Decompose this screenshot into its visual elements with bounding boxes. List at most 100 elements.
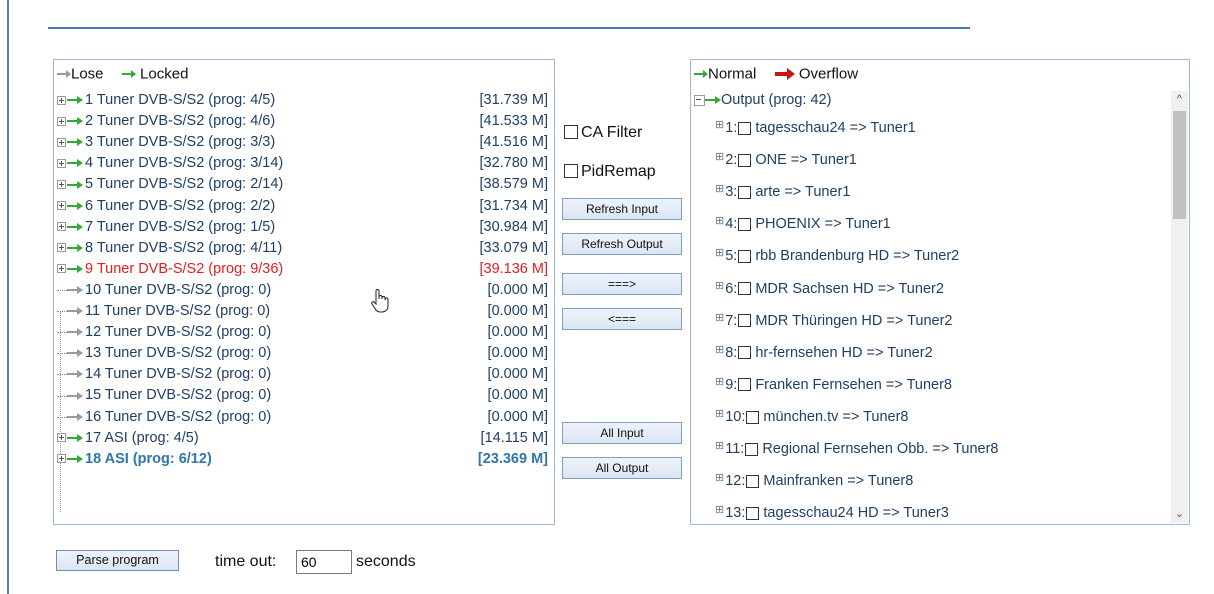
output-tree-row[interactable]: ⊞5: rbb Brandenburg HD => Tuner2 (715, 246, 959, 266)
output-checkbox[interactable] (738, 153, 752, 167)
output-tree-row[interactable]: ⊞8: hr-fernsehen HD => Tuner2 (715, 343, 933, 363)
output-index: 3: (725, 184, 738, 201)
scroll-thumb[interactable] (1173, 111, 1186, 219)
expand-icon[interactable] (57, 243, 66, 253)
output-scrollbar[interactable]: ^ ⌄ (1171, 91, 1188, 523)
output-checkbox[interactable] (738, 217, 752, 231)
output-tree-row[interactable]: ⊞2: ONE => Tuner1 (715, 150, 857, 170)
remove-from-output-button[interactable]: <=== (562, 308, 682, 330)
output-tree-row[interactable]: ⊞12: Mainfranken => Tuner8 (715, 471, 913, 491)
output-tree-row[interactable]: ⊞1: tagesschau24 => Tuner1 (715, 118, 916, 138)
expand-icon[interactable] (57, 95, 66, 105)
output-label: hr-fernsehen HD => Tuner2 (755, 344, 933, 361)
input-tree-row[interactable]: 7 Tuner DVB-S/S2 (prog: 1/5) [30.984 M] (57, 217, 551, 237)
locked-arrow-icon (67, 264, 83, 273)
timeout-input[interactable] (296, 550, 352, 574)
expand-icon[interactable] (57, 454, 66, 464)
output-tree-row[interactable]: ⊞13: tagesschau24 HD => Tuner3 (715, 503, 949, 523)
lose-arrow-icon (67, 286, 83, 295)
add-to-output-button[interactable]: ===> (562, 273, 682, 295)
expand-icon[interactable] (57, 201, 66, 211)
output-checkbox[interactable] (738, 346, 752, 360)
scroll-up-icon[interactable]: ^ (1171, 91, 1188, 108)
output-tree-row[interactable]: ⊞9: Franken Fernsehen => Tuner8 (715, 375, 952, 395)
expand-icon[interactable] (57, 264, 66, 274)
lose-arrow-icon (67, 349, 83, 358)
input-tree-row[interactable]: 13 Tuner DVB-S/S2 (prog: 0) [0.000 M] (57, 343, 551, 363)
output-root-node[interactable]: Output (prog: 42) (694, 92, 831, 108)
input-tree-row[interactable]: 3 Tuner DVB-S/S2 (prog: 3/3) [41.516 M] (57, 132, 551, 152)
output-checkbox[interactable] (738, 121, 752, 135)
output-tree-row[interactable]: ⊞3: arte => Tuner1 (715, 182, 850, 202)
expand-icon[interactable]: ⊞ (715, 183, 724, 195)
expand-icon[interactable]: ⊞ (715, 440, 724, 452)
legend-normal-label: Normal (708, 65, 757, 83)
expand-icon[interactable]: ⊞ (715, 472, 724, 484)
all-output-button[interactable]: All Output (562, 457, 682, 479)
expand-icon[interactable]: ⊞ (715, 504, 724, 516)
output-checkbox[interactable] (746, 506, 760, 520)
expand-icon[interactable]: ⊞ (715, 119, 724, 131)
expand-icon[interactable]: ⊞ (715, 280, 724, 292)
ca-filter-option[interactable]: CA Filter (564, 124, 642, 142)
input-tree-row[interactable]: 10 Tuner DVB-S/S2 (prog: 0) [0.000 M] (57, 280, 551, 300)
expand-icon[interactable] (57, 137, 66, 147)
output-tree-row[interactable]: ⊞11: Regional Fernsehen Obb. => Tuner8 (715, 439, 999, 459)
input-tree-row[interactable]: 8 Tuner DVB-S/S2 (prog: 4/11) [33.079 M] (57, 238, 551, 258)
input-tree-row[interactable]: 2 Tuner DVB-S/S2 (prog: 4/6) [41.533 M] (57, 111, 551, 131)
all-input-button[interactable]: All Input (562, 422, 682, 444)
expand-icon[interactable]: ⊞ (715, 408, 724, 420)
input-tree-row[interactable]: 16 Tuner DVB-S/S2 (prog: 0) [0.000 M] (57, 407, 551, 427)
output-tree-row[interactable]: ⊞4: PHOENIX => Tuner1 (715, 214, 891, 234)
input-tree-row[interactable]: 5 Tuner DVB-S/S2 (prog: 2/14) [38.579 M] (57, 174, 551, 194)
output-checkbox[interactable] (746, 474, 760, 488)
output-checkbox[interactable] (745, 442, 759, 456)
expand-icon[interactable]: ⊞ (715, 344, 724, 356)
output-index: 9: (725, 376, 738, 393)
expand-icon[interactable]: ⊞ (715, 151, 724, 163)
locked-arrow-icon (67, 138, 83, 147)
normal-arrow-icon (705, 96, 721, 105)
input-tree-row[interactable]: 1 Tuner DVB-S/S2 (prog: 4/5) [31.739 M] (57, 90, 551, 110)
output-checkbox[interactable] (738, 185, 752, 199)
output-checkbox[interactable] (738, 250, 752, 264)
input-tree-row[interactable]: 9 Tuner DVB-S/S2 (prog: 9/36) [39.136 M] (57, 259, 551, 279)
expand-icon[interactable]: ⊞ (715, 247, 724, 259)
input-tree-row[interactable]: 6 Tuner DVB-S/S2 (prog: 2/2) [31.734 M] (57, 196, 551, 216)
input-tree-row[interactable]: 18 ASI (prog: 6/12) [23.369 M] (57, 449, 551, 469)
output-checkbox[interactable] (738, 282, 752, 296)
pid-remap-option[interactable]: PidRemap (564, 163, 656, 181)
output-checkbox[interactable] (738, 378, 752, 392)
expand-icon[interactable] (57, 180, 66, 190)
input-bitrate: [38.579 M] (479, 176, 548, 193)
output-tree-row[interactable]: ⊞10: münchen.tv => Tuner8 (715, 407, 908, 427)
scroll-down-icon[interactable]: ⌄ (1171, 506, 1188, 523)
input-tree-row[interactable]: 12 Tuner DVB-S/S2 (prog: 0) [0.000 M] (57, 322, 551, 342)
expand-icon[interactable]: ⊞ (715, 312, 724, 324)
input-tree-row[interactable]: 4 Tuner DVB-S/S2 (prog: 3/14) [32.780 M] (57, 153, 551, 173)
parse-program-button[interactable]: Parse program (56, 550, 179, 571)
input-tree-row[interactable]: 14 Tuner DVB-S/S2 (prog: 0) [0.000 M] (57, 364, 551, 384)
refresh-output-button[interactable]: Refresh Output (562, 233, 682, 255)
input-tree-row[interactable]: 11 Tuner DVB-S/S2 (prog: 0) [0.000 M] (57, 301, 551, 321)
refresh-input-button[interactable]: Refresh Input (562, 198, 682, 220)
ca-filter-checkbox[interactable] (564, 124, 578, 139)
expand-icon[interactable]: ⊞ (715, 376, 724, 388)
output-checkbox[interactable] (738, 314, 752, 328)
lose-arrow-icon (67, 370, 83, 379)
input-tree-row[interactable]: 17 ASI (prog: 4/5) [14.115 M] (57, 428, 551, 448)
expand-icon[interactable] (57, 116, 66, 126)
expand-icon[interactable] (57, 158, 66, 168)
input-tree-row[interactable]: 15 Tuner DVB-S/S2 (prog: 0) [0.000 M] (57, 385, 551, 405)
input-tree-panel[interactable]: Lose Locked 1 Tuner DVB-S/S2 (prog: 4/5)… (53, 59, 555, 525)
expand-icon[interactable]: ⊞ (715, 215, 724, 227)
output-tree-row[interactable]: ⊞7: MDR Thüringen HD => Tuner2 (715, 311, 953, 331)
collapse-icon[interactable] (694, 94, 705, 106)
output-tree-row[interactable]: ⊞6: MDR Sachsen HD => Tuner2 (715, 279, 944, 299)
output-checkbox[interactable] (746, 410, 760, 424)
pid-remap-checkbox[interactable] (564, 163, 578, 178)
expand-icon[interactable] (57, 433, 66, 443)
expand-icon[interactable] (57, 222, 66, 232)
output-tree-panel[interactable]: Normal Overflow Output (prog: 42) ⊞1: tag… (690, 59, 1190, 525)
output-label: ONE => Tuner1 (755, 152, 857, 169)
